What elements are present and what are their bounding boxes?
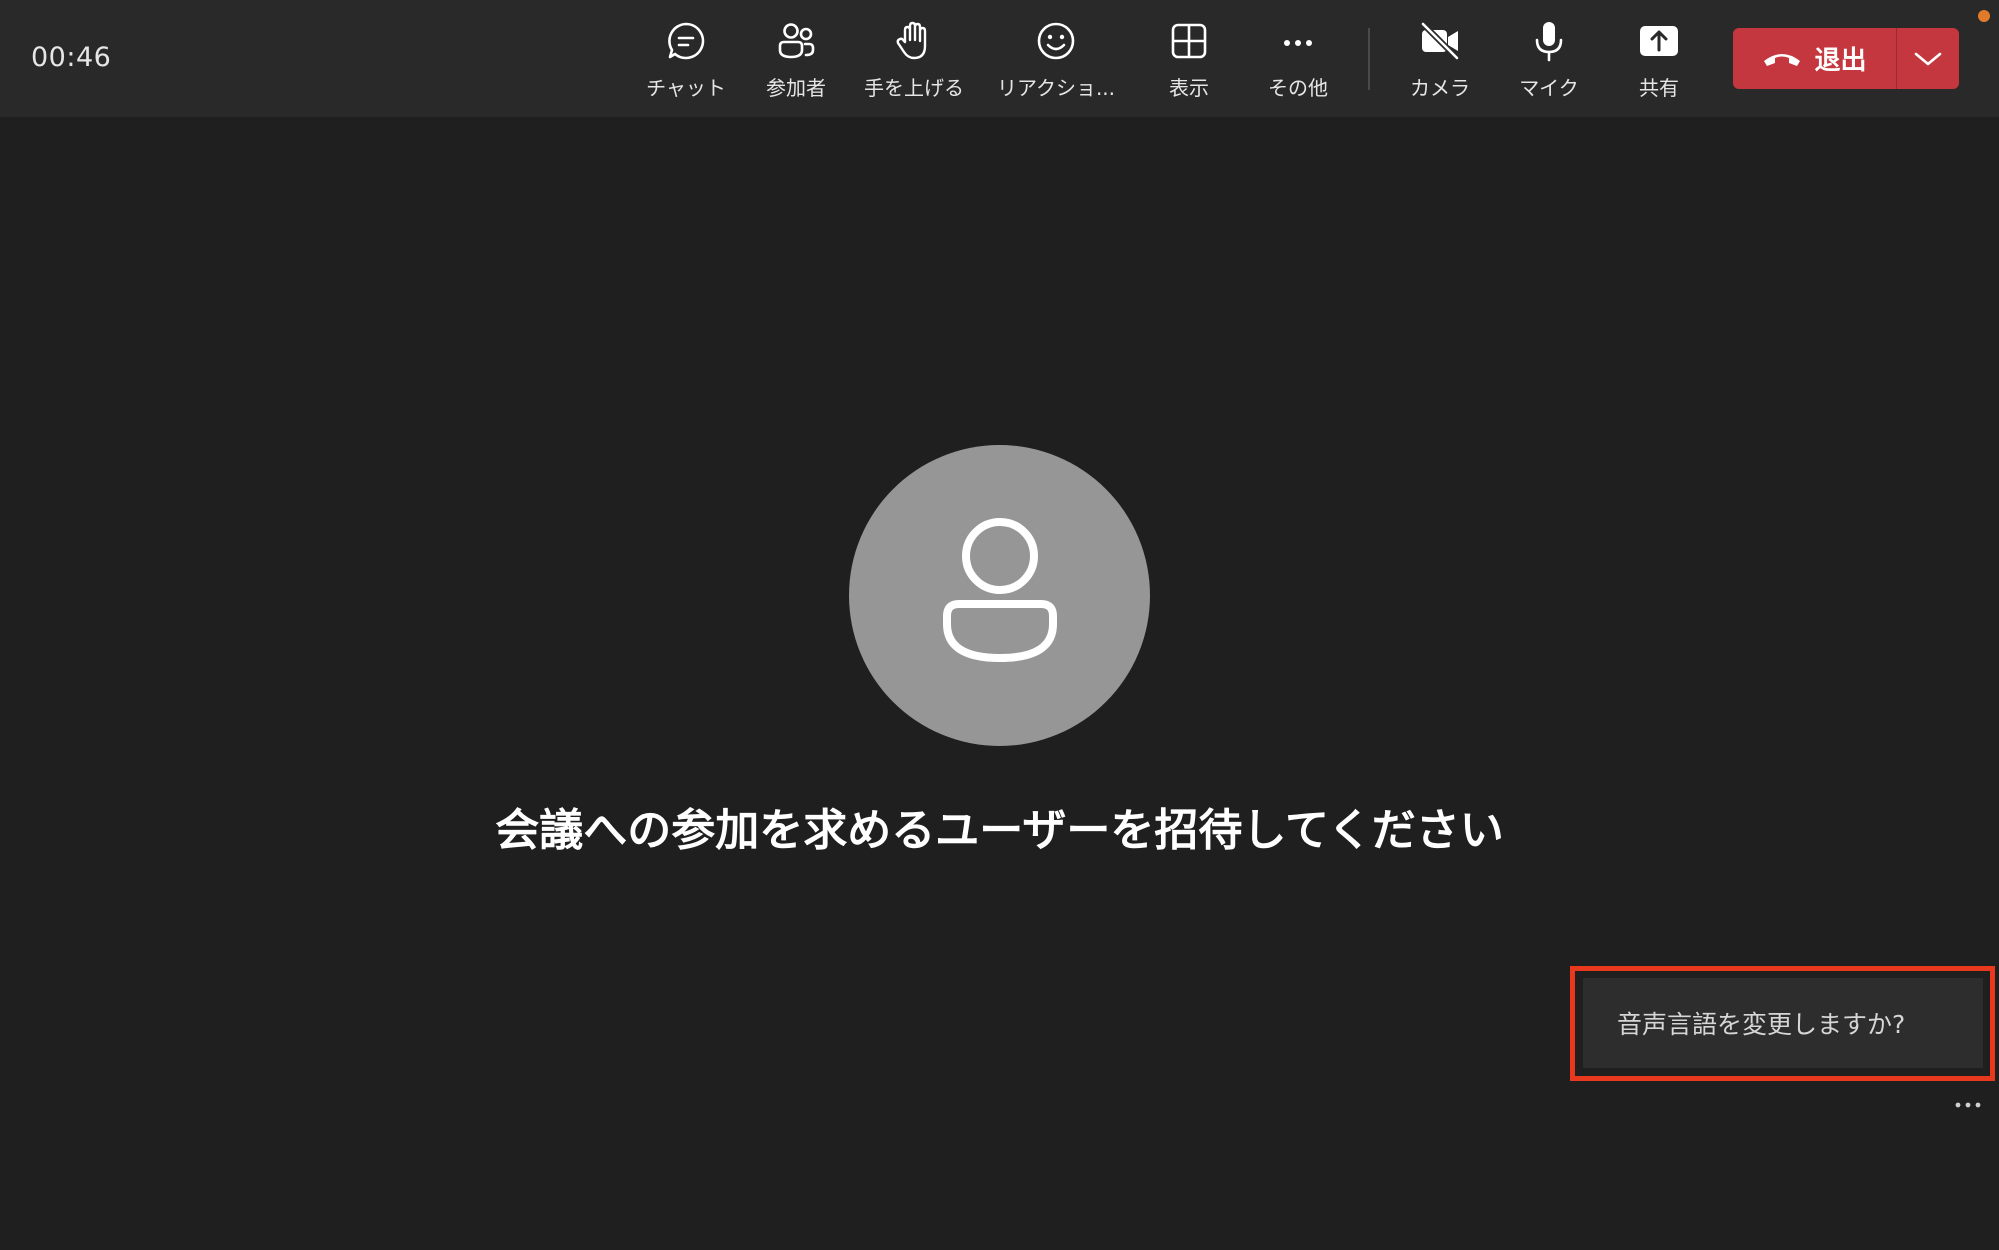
- microphone-icon: [1535, 22, 1563, 62]
- more-icon: [1284, 40, 1312, 46]
- leave-button[interactable]: 退出: [1733, 28, 1896, 89]
- chat-button[interactable]: チャット: [640, 18, 732, 102]
- grid-icon: [1171, 23, 1207, 59]
- more-options-icon[interactable]: [1953, 1098, 1983, 1112]
- more-button[interactable]: その他: [1254, 18, 1342, 102]
- microphone-toggle[interactable]: マイク: [1505, 18, 1593, 102]
- reactions-label: リアクショ...: [996, 76, 1116, 100]
- language-change-text: 音声言語を変更しますか?: [1617, 1010, 1906, 1039]
- chevron-down-icon: [1914, 52, 1942, 65]
- leave-label: 退出: [1814, 46, 1867, 76]
- leave-options-button[interactable]: [1897, 28, 1959, 89]
- view-button[interactable]: 表示: [1147, 18, 1231, 102]
- people-icon: [778, 23, 815, 59]
- microphone-label: マイク: [1519, 76, 1579, 100]
- share-button[interactable]: 共有: [1616, 18, 1702, 102]
- avatar: [849, 445, 1150, 746]
- camera-toggle[interactable]: カメラ: [1396, 18, 1484, 102]
- hand-icon: [896, 21, 927, 60]
- participants-button[interactable]: 参加者: [751, 18, 841, 102]
- reactions-button[interactable]: リアクショ...: [988, 18, 1124, 102]
- camera-label: カメラ: [1410, 76, 1470, 100]
- toolbar-divider: [1368, 28, 1370, 90]
- chat-label: チャット: [646, 76, 726, 100]
- smiley-icon: [1037, 22, 1075, 60]
- participants-label: 参加者: [766, 76, 826, 100]
- leave-button-group: 退出: [1733, 28, 1959, 89]
- raise-hand-label: 手を上げる: [864, 76, 964, 100]
- share-label: 共有: [1639, 76, 1679, 100]
- hang-up-icon: [1764, 53, 1801, 66]
- person-icon: [942, 517, 1057, 662]
- camera-off-icon: [1420, 21, 1460, 61]
- chat-icon: [668, 22, 705, 60]
- view-label: 表示: [1169, 76, 1209, 100]
- invite-message: 会議への参加を求めるユーザーを招待してください: [495, 805, 1504, 856]
- more-label: その他: [1268, 76, 1328, 100]
- raise-hand-button[interactable]: 手を上げる: [858, 18, 970, 102]
- meeting-toolbar: 00:46 チャット 参加者 手を上げる リアクショ... 表示 その他 カメラ…: [0, 0, 1999, 117]
- share-icon: [1640, 26, 1678, 56]
- notification-dot: [1978, 10, 1990, 22]
- call-timer: 00:46: [31, 42, 112, 73]
- language-change-popup[interactable]: 音声言語を変更しますか?: [1583, 978, 1983, 1068]
